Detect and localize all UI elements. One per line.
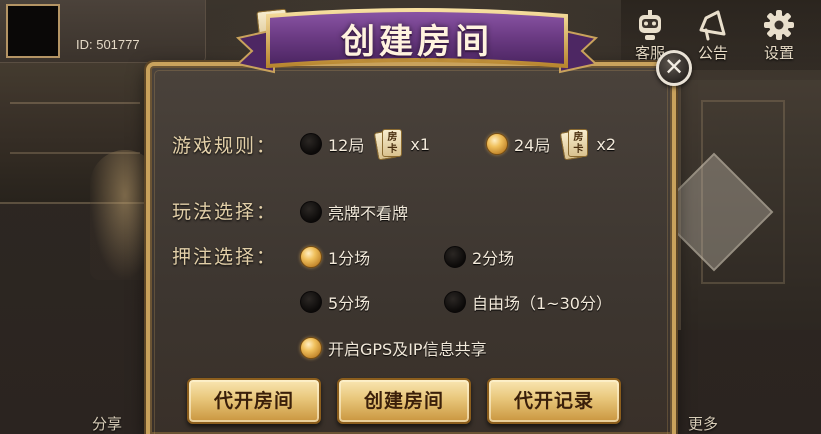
bet-option-free[interactable]: 自由场（1~30分） (444, 288, 612, 316)
radio-button-selected[interactable] (486, 133, 508, 155)
rule-option-12-rounds[interactable]: 12局 房卡 x1 (300, 129, 431, 161)
dialog-title: 创建房间 (341, 22, 493, 62)
room-card-icon: 房卡 (374, 129, 403, 161)
proxy-records-button[interactable]: 代开记录 (487, 378, 621, 424)
play-mode-label: 玩法选择： (172, 201, 278, 223)
bet-select-label: 押注选择： (172, 246, 278, 268)
proxy-open-room-button[interactable]: 代开房间 (187, 378, 321, 424)
card-multiplier: x1 (410, 134, 431, 154)
bet-option-2[interactable]: 2分场 (444, 243, 514, 271)
room-card-icon: 房卡 (560, 129, 589, 161)
settings-label: 设置 (763, 44, 794, 62)
game-rules-label: 游戏规则： (172, 135, 278, 157)
title-banner: 创建房间 (234, 2, 600, 80)
card-multiplier: x2 (596, 134, 617, 154)
more-button[interactable]: 更多 (688, 413, 718, 434)
rule-option-24-rounds[interactable]: 24局 房卡 x2 (486, 129, 617, 161)
option-label: 1分场 (328, 249, 371, 268)
megaphone-icon (699, 10, 726, 41)
announcement-label: 公告 (697, 44, 728, 62)
radio-button-selected[interactable] (300, 246, 322, 268)
option-label: 亮牌不看牌 (328, 204, 409, 223)
robot-headset-icon (639, 10, 661, 40)
play-option-show-no-look[interactable]: 亮牌不看牌 (300, 198, 408, 226)
option-label: 12局 (328, 136, 365, 155)
gps-label: 开启GPS及IP信息共享 (328, 340, 487, 359)
radio-button[interactable] (444, 246, 466, 268)
bet-option-5[interactable]: 5分场 (300, 288, 370, 316)
bet-option-1[interactable]: 1分场 (300, 243, 370, 271)
avatar[interactable] (6, 4, 60, 58)
game-lobby-screen: ID: 501777 客服 公告 设置 分享 更多 创建房间 ✕ 游戏规则： 1… (0, 0, 821, 434)
gps-share-toggle[interactable]: 开启GPS及IP信息共享 (300, 334, 487, 362)
radio-button[interactable] (300, 133, 322, 155)
radio-button-selected[interactable] (300, 337, 322, 359)
gear-icon (764, 10, 794, 40)
close-button[interactable]: ✕ (656, 50, 692, 86)
settings-button[interactable]: 设置 (756, 8, 802, 63)
radio-button[interactable] (300, 291, 322, 313)
create-room-button[interactable]: 创建房间 (337, 378, 471, 424)
player-id: ID: 501777 (76, 37, 140, 52)
option-label: 自由场（1~30分） (472, 294, 612, 313)
radio-button[interactable] (300, 201, 322, 223)
announcement-button[interactable]: 公告 (690, 8, 736, 63)
player-profile-panel[interactable]: ID: 501777 (0, 0, 206, 63)
close-icon: ✕ (663, 53, 685, 81)
share-button[interactable]: 分享 (92, 413, 122, 434)
option-label: 5分场 (328, 294, 371, 313)
radio-button[interactable] (444, 291, 466, 313)
option-label: 2分场 (472, 249, 515, 268)
option-label: 24局 (514, 136, 551, 155)
